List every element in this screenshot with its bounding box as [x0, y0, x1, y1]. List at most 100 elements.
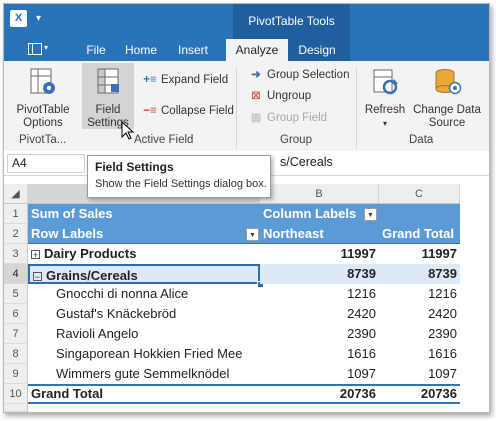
row-header[interactable]: 9: [4, 364, 28, 384]
arrow-right-icon: ➜: [251, 69, 261, 81]
ribbon-separator: [356, 67, 357, 149]
cell-a9[interactable]: Wimmers gute Semmelknödel: [28, 364, 260, 384]
field-settings-tooltip: Field Settings Show the Field Settings d…: [87, 155, 271, 198]
cell-b4[interactable]: 8739: [260, 264, 379, 284]
cell-b1[interactable]: Column Labels: [260, 204, 379, 224]
cell-b7[interactable]: 2390: [260, 324, 379, 344]
formula-input[interactable]: s/Cereals: [280, 155, 333, 169]
column-header-c[interactable]: C: [379, 184, 460, 204]
mouse-cursor-icon: [121, 121, 135, 140]
group-field-icon: ▦: [250, 112, 262, 124]
tooltip-title: Field Settings: [95, 160, 174, 174]
row-label-text: Dairy Products: [44, 246, 137, 261]
tab-insert[interactable]: Insert: [170, 39, 216, 61]
expand-icon[interactable]: +: [31, 250, 40, 260]
app-icon: X: [10, 10, 27, 27]
expand-field-button[interactable]: +≡ Expand Field: [142, 72, 228, 88]
cell-b10[interactable]: 20736: [260, 384, 379, 404]
cell-a3[interactable]: + Dairy Products: [28, 244, 260, 264]
pivottable-options-label: PivotTable Options: [16, 104, 70, 129]
ungroup-icon: ⊠: [251, 90, 261, 102]
cell-a1[interactable]: Sum of Sales: [28, 204, 260, 224]
tab-file[interactable]: File: [78, 39, 114, 61]
column-labels-text: Column Labels: [263, 206, 357, 221]
collapse-icon[interactable]: −: [33, 272, 42, 282]
refresh-icon: [373, 69, 398, 95]
expand-field-label: Expand Field: [161, 74, 229, 86]
database-icon: [435, 69, 462, 95]
cell-c10[interactable]: 20736: [379, 384, 460, 404]
collapse-field-label: Collapse Field: [161, 105, 234, 117]
tab-home[interactable]: Home: [119, 39, 163, 61]
cell-c5[interactable]: 1216: [379, 284, 460, 304]
group-label-data: Data: [409, 134, 434, 146]
row-header[interactable]: 3: [4, 244, 28, 264]
cell-b5[interactable]: 1216: [260, 284, 379, 304]
cell-b3[interactable]: 11997: [260, 244, 379, 264]
group-field-button[interactable]: ▦ Group Field: [248, 110, 328, 126]
cell-a10[interactable]: Grand Total: [28, 384, 260, 404]
pivottable-options-button[interactable]: PivotTable Options: [12, 67, 74, 130]
row-header[interactable]: 6: [4, 304, 28, 324]
name-box[interactable]: A4: [7, 154, 85, 173]
cell-a6[interactable]: Gustaf's Knäckebröd: [28, 304, 260, 324]
contextual-group-label: PivotTable Tools: [248, 14, 335, 28]
cell-a2[interactable]: Row Labels: [28, 224, 260, 244]
column-labels-filter-button[interactable]: ▼: [364, 208, 377, 221]
menu-icon: [28, 43, 42, 55]
chevron-down-icon: ▾: [44, 43, 49, 52]
refresh-label: Refresh: [364, 104, 406, 116]
tab-design[interactable]: Design: [292, 39, 342, 61]
app-window: PivotTable Tools X ▾ ▾ File Home Insert …: [3, 3, 490, 413]
tab-analyze[interactable]: Analyze: [226, 39, 288, 61]
cell-c3[interactable]: 11997: [379, 244, 460, 264]
row-label-text: Grains/Cereals: [46, 268, 138, 283]
cell-c1[interactable]: [379, 204, 460, 224]
row-header[interactable]: 5: [4, 284, 28, 304]
cell-a7[interactable]: Ravioli Angelo: [28, 324, 260, 344]
row-labels-filter-button[interactable]: ▼: [246, 228, 259, 241]
select-all-corner[interactable]: ◢: [4, 184, 28, 204]
plus-icon: +≡: [143, 74, 157, 86]
row-header[interactable]: 10: [4, 384, 28, 404]
tooltip-text: Show the Field Settings dialog box.: [95, 178, 267, 190]
refresh-button[interactable]: Refresh ▾: [360, 67, 410, 130]
column-header-b[interactable]: B: [260, 184, 379, 204]
cell-c7[interactable]: 2390: [379, 324, 460, 344]
group-label-pivottable: PivotTa...: [19, 134, 67, 146]
backstage-menu-button[interactable]: ▾: [28, 41, 52, 55]
group-field-label: Group Field: [267, 112, 328, 124]
ungroup-label: Ungroup: [267, 90, 312, 102]
cell-a4-selected[interactable]: − Grains/Cereals: [28, 264, 260, 284]
quick-access-dropdown-icon[interactable]: ▾: [36, 13, 41, 24]
cell-a8[interactable]: Singaporean Hokkien Fried Mee: [28, 344, 260, 364]
group-selection-button[interactable]: ➜ Group Selection: [248, 67, 349, 83]
collapse-field-button[interactable]: −≡ Collapse Field: [142, 103, 234, 119]
chevron-down-icon: ▾: [382, 119, 387, 128]
cell-b8[interactable]: 1616: [260, 344, 379, 364]
ribbon: PivotTable Options Field Settings +≡ Expa…: [4, 61, 489, 152]
title-bar: PivotTable Tools X ▾ ▾ File Home Insert …: [4, 4, 489, 61]
cell-c4[interactable]: 8739: [379, 264, 460, 284]
field-settings-icon: [97, 68, 119, 94]
minus-icon: −≡: [143, 105, 157, 117]
row-header[interactable]: 4: [4, 264, 28, 284]
cell-b9[interactable]: 1097: [260, 364, 379, 384]
ribbon-separator: [236, 67, 237, 149]
row-header[interactable]: 8: [4, 344, 28, 364]
cell-c2[interactable]: Grand Total: [379, 224, 460, 244]
row-header[interactable]: 7: [4, 324, 28, 344]
cell-b6[interactable]: 2420: [260, 304, 379, 324]
cell-c9[interactable]: 1097: [379, 364, 460, 384]
row-header: [4, 404, 28, 412]
change-data-source-button[interactable]: Change Data Source: [412, 67, 482, 130]
cell-b2[interactable]: Northeast: [260, 224, 379, 244]
group-label-group: Group: [280, 134, 312, 146]
group-selection-label: Group Selection: [267, 69, 350, 81]
cell-c8[interactable]: 1616: [379, 344, 460, 364]
cell-a5[interactable]: Gnocchi di nonna Alice: [28, 284, 260, 304]
row-header[interactable]: 2: [4, 224, 28, 244]
cell-c6[interactable]: 2420: [379, 304, 460, 324]
row-header[interactable]: 1: [4, 204, 28, 224]
ungroup-button[interactable]: ⊠ Ungroup: [248, 88, 311, 104]
